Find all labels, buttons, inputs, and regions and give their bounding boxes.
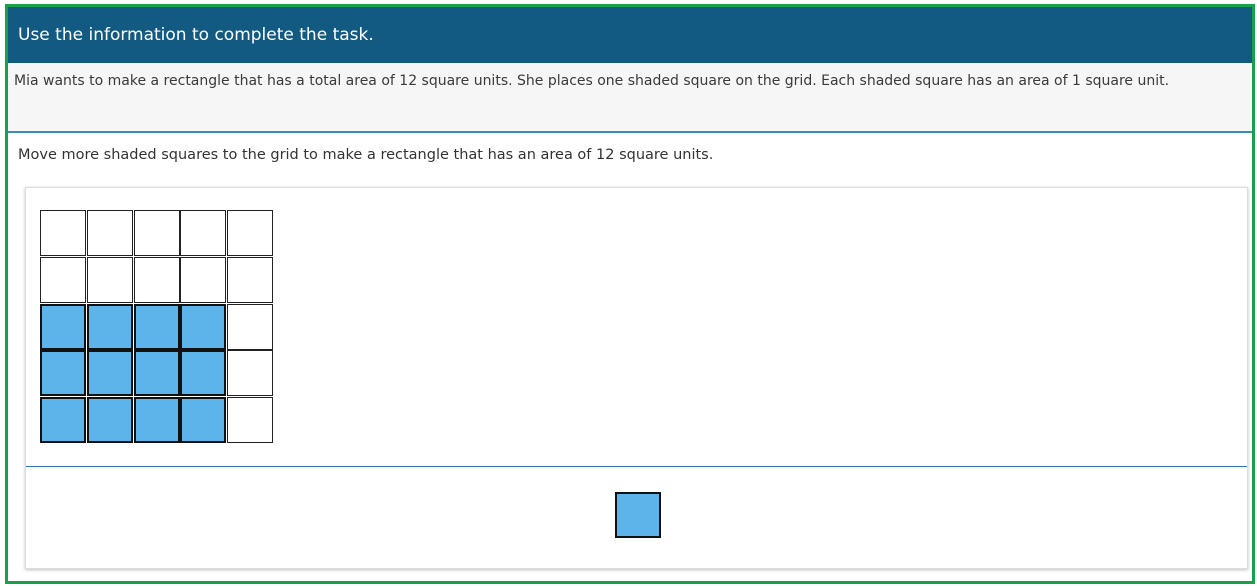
grid-cell-empty[interactable] xyxy=(86,210,133,256)
grid-cell-shaded[interactable] xyxy=(133,303,180,350)
draggable-shaded-square[interactable] xyxy=(615,492,661,538)
grid-cell-shaded[interactable] xyxy=(133,350,180,397)
grid-cell-empty[interactable] xyxy=(227,303,274,350)
grid-cell-empty[interactable] xyxy=(180,210,227,256)
task-frame: Use the information to complete the task… xyxy=(5,4,1255,584)
grid-cell-shaded[interactable] xyxy=(86,350,133,397)
grid-cell-shaded[interactable] xyxy=(133,397,180,444)
grid-cell-empty[interactable] xyxy=(133,256,180,303)
grid-cell-shaded[interactable] xyxy=(40,397,86,444)
grid-cell-empty[interactable] xyxy=(40,210,86,256)
grid-cell-shaded[interactable] xyxy=(180,350,227,397)
area-grid[interactable] xyxy=(40,210,274,444)
grid-cell-empty[interactable] xyxy=(227,210,274,256)
stimulus-text: Mia wants to make a rectangle that has a… xyxy=(8,63,1252,133)
work-area-divider xyxy=(26,466,1247,467)
drag-drop-work-area xyxy=(25,187,1248,569)
grid-cell-shaded[interactable] xyxy=(180,303,227,350)
task-header: Use the information to complete the task… xyxy=(8,7,1252,63)
grid-cell-empty[interactable] xyxy=(40,256,86,303)
grid-cell-shaded[interactable] xyxy=(40,350,86,397)
prompt-text: Move more shaded squares to the grid to … xyxy=(18,147,714,163)
grid-cell-shaded[interactable] xyxy=(40,303,86,350)
grid-cell-empty[interactable] xyxy=(227,397,274,444)
grid-cell-empty[interactable] xyxy=(227,256,274,303)
grid-cell-shaded[interactable] xyxy=(86,397,133,444)
grid-cell-empty[interactable] xyxy=(180,256,227,303)
grid-cell-empty[interactable] xyxy=(227,350,274,397)
grid-cell-empty[interactable] xyxy=(133,210,180,256)
grid-cell-empty[interactable] xyxy=(86,256,133,303)
grid-cell-shaded[interactable] xyxy=(180,397,227,444)
grid-cell-shaded[interactable] xyxy=(86,303,133,350)
